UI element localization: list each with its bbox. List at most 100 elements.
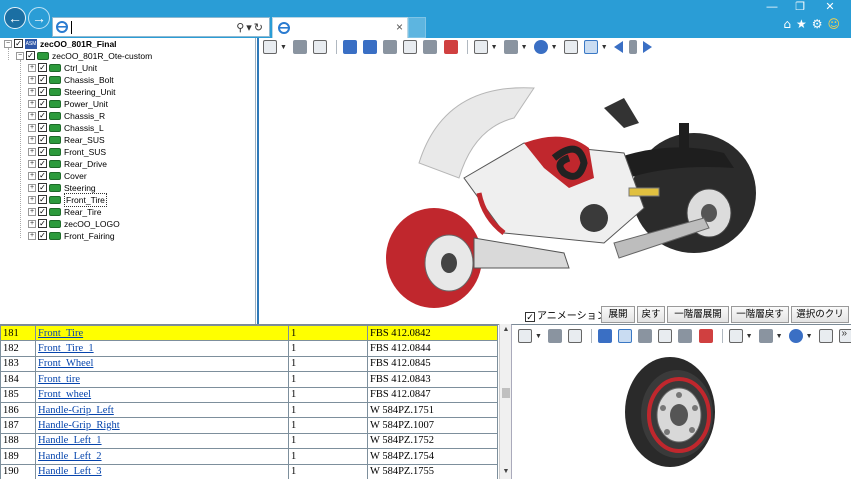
home-view-icon[interactable] (443, 40, 458, 54)
tree-checkbox[interactable]: ✓ (38, 219, 47, 228)
expand-toggle[interactable]: + (28, 208, 36, 216)
part-name-link[interactable]: Handle_Left_3 (35, 463, 289, 479)
expand-toggle[interactable]: + (28, 76, 36, 84)
select-mode-icon[interactable] (518, 329, 532, 343)
chevron-down-icon[interactable]: ▼ (280, 44, 287, 51)
collapse-toggle[interactable]: − (4, 40, 12, 48)
markup-pen-icon[interactable] (548, 329, 562, 343)
tree-checkbox[interactable]: ✓ (38, 159, 47, 168)
tree-item[interactable]: + ✓ zecOO_LOGO (0, 218, 250, 230)
expand-toggle[interactable]: + (28, 232, 36, 240)
tree-checkbox[interactable]: ✓ (26, 51, 35, 60)
expand-toggle[interactable]: + (28, 184, 36, 192)
toolbar-overflow-icon[interactable]: » (841, 328, 847, 339)
chevron-down-icon[interactable]: ▼ (521, 44, 528, 51)
search-refresh-icons[interactable]: ⚲▾↻ (236, 21, 265, 34)
back-arrow-icon[interactable]: ← (4, 7, 26, 29)
chevron-down-icon[interactable]: ▼ (535, 333, 542, 340)
notes-icon[interactable] (313, 40, 328, 54)
table-row[interactable]: 188 Handle_Left_1 1 W 584PZ.1752 (0, 432, 498, 450)
expand-toggle[interactable]: + (28, 172, 36, 180)
explode-view-icon[interactable] (583, 40, 598, 54)
tree-checkbox[interactable]: ✓ (38, 195, 47, 204)
fit-view-icon[interactable] (678, 329, 693, 343)
expand-toggle[interactable]: + (28, 160, 36, 168)
tree-checkbox[interactable]: ✓ (14, 39, 23, 48)
front-tire-model[interactable] (622, 350, 727, 470)
pan-icon[interactable] (598, 329, 613, 343)
part-name-link[interactable]: Front_wheel (35, 386, 289, 403)
favorites-star-icon[interactable]: ★ (796, 17, 812, 31)
monitor-icon[interactable] (818, 329, 833, 343)
part-name-link[interactable]: Handle-Grip_Right (35, 417, 289, 434)
pan-icon[interactable] (343, 40, 358, 54)
part-name-link[interactable]: Front_Tire_1 (35, 340, 289, 357)
main-3d-viewer[interactable]: ▼ ▼ ▼ ▼ ▼ (257, 38, 851, 324)
table-row[interactable]: 183 Front_Wheel 1 FBS 412.0845 (0, 355, 498, 373)
expand-toggle[interactable]: + (28, 88, 36, 96)
expand-toggle[interactable]: + (28, 112, 36, 120)
zoom-icon[interactable] (638, 329, 653, 343)
tree-checkbox[interactable]: ✓ (38, 135, 47, 144)
render-mode-icon[interactable] (758, 329, 773, 343)
home-icon[interactable]: ⌂ (783, 17, 796, 31)
collapse-toggle[interactable]: − (16, 52, 24, 60)
table-scrollbar[interactable]: ▲ ▼ (499, 324, 511, 479)
minimize-icon[interactable]: — (758, 0, 786, 15)
restore-one-level-button[interactable]: 一階層戻す (731, 306, 789, 323)
table-row[interactable]: 182 Front_Tire_1 1 FBS 412.0844 (0, 340, 498, 357)
chevron-down-icon[interactable]: ▼ (601, 44, 608, 51)
expand-toggle[interactable]: + (28, 124, 36, 132)
view-cube-icon[interactable] (728, 329, 743, 343)
tree-item[interactable]: + ✓ Chassis_R (0, 110, 250, 122)
table-row[interactable]: 186 Handle-Grip_Left 1 W 584PZ.1751 (0, 401, 498, 419)
expand-toggle[interactable]: + (28, 220, 36, 228)
tree-item[interactable]: + ✓ Chassis_Bolt (0, 74, 250, 86)
expand-toggle[interactable]: + (28, 148, 36, 156)
tree-item[interactable]: + ✓ Rear_SUS (0, 134, 250, 146)
tree-item[interactable]: + ✓ Chassis_L (0, 122, 250, 134)
clear-selection-button[interactable]: 選択のクリア (791, 306, 849, 335)
monitor-icon[interactable] (563, 40, 578, 54)
select-mode-icon[interactable] (263, 40, 277, 54)
part-preview-viewer[interactable]: ▼ ▼ ▼ ▼ ▼ » (511, 324, 851, 479)
forward-arrow-icon[interactable]: → (28, 7, 50, 29)
tree-checkbox[interactable]: ✓ (38, 123, 47, 132)
expand-toggle[interactable]: + (28, 100, 36, 108)
fit-view-icon[interactable] (423, 40, 438, 54)
pause-icon[interactable] (628, 40, 637, 54)
table-row[interactable]: 185 Front_wheel 1 FBS 412.0847 (0, 386, 498, 403)
notes-icon[interactable] (568, 329, 583, 343)
play-reverse-icon[interactable] (613, 41, 623, 53)
part-name-link[interactable]: Front_tire (35, 371, 289, 388)
part-name-link[interactable]: Front_Tire (35, 325, 289, 342)
smiley-feedback-icon[interactable]: ☺ (827, 17, 845, 31)
view-cube-icon[interactable] (473, 40, 488, 54)
browser-tab[interactable]: × (272, 17, 408, 38)
tree-checkbox[interactable]: ✓ (38, 207, 47, 216)
home-view-icon[interactable] (698, 329, 713, 343)
zoom-window-icon[interactable] (403, 40, 418, 54)
rotate-icon[interactable] (363, 40, 378, 54)
tree-checkbox[interactable]: ✓ (38, 231, 47, 240)
tree-item[interactable]: + ✓ Front_Fairing (0, 230, 250, 242)
tab-close-icon[interactable]: × (396, 20, 403, 34)
part-name-link[interactable]: Handle_Left_1 (35, 432, 289, 450)
part-name-link[interactable]: Handle-Grip_Left (35, 401, 289, 419)
expand-toggle[interactable]: + (28, 136, 36, 144)
tree-item[interactable]: + ✓ Front_Tire (0, 193, 250, 207)
chevron-down-icon[interactable]: ▼ (491, 44, 498, 51)
table-row[interactable]: 189 Handle_Left_2 1 W 584PZ.1754 (0, 448, 498, 465)
expand-toggle[interactable]: + (28, 196, 36, 204)
tree-checkbox[interactable]: ✓ (38, 183, 47, 192)
chevron-down-icon[interactable]: ▼ (806, 333, 813, 340)
part-name-link[interactable]: Handle_Left_2 (35, 448, 289, 465)
tree-item[interactable]: + ✓ Front_SUS (0, 146, 250, 158)
tree-item[interactable]: + ✓ Rear_Drive (0, 158, 250, 170)
tree-checkbox[interactable]: ✓ (38, 171, 47, 180)
tree-item[interactable]: + ✓ Steering_Unit (0, 86, 250, 98)
expand-toggle[interactable]: + (28, 64, 36, 72)
rotate-icon[interactable] (618, 329, 633, 343)
table-row[interactable]: 181 Front_Tire 1 FBS 412.0842 (0, 325, 498, 342)
settings-gear-icon[interactable]: ⚙ (812, 17, 828, 31)
